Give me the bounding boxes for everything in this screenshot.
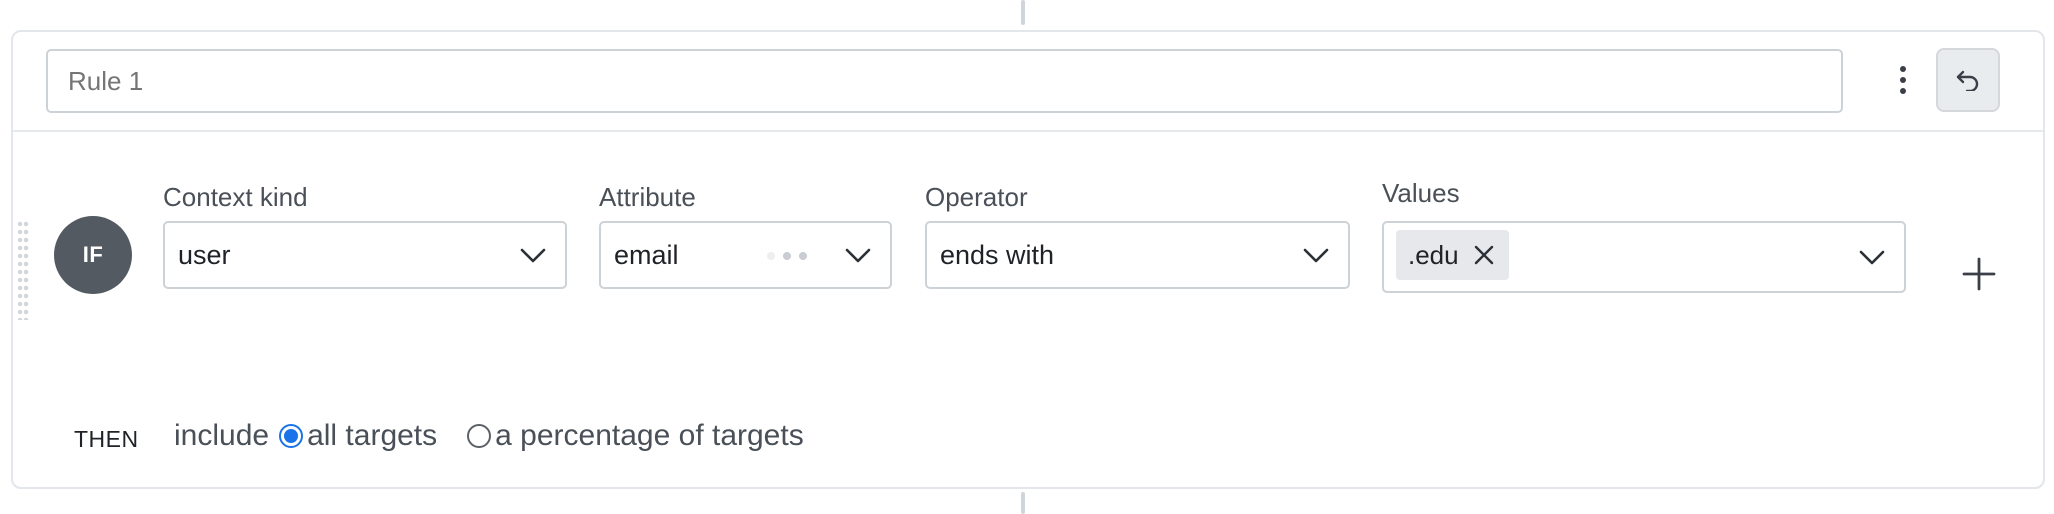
chevron-down-icon [1859, 250, 1885, 265]
chevron-down-icon [520, 248, 546, 263]
context-kind-label: Context kind [163, 182, 308, 212]
targeting-rule-card: IF Context kind user Attribute email Ope… [11, 30, 2045, 489]
undo-icon [1956, 70, 1979, 91]
values-label: Values [1382, 178, 1460, 208]
attribute-select[interactable]: email [599, 221, 892, 289]
option-percentage-label: a percentage of targets [495, 419, 804, 452]
then-actions: include all targets a percentage of targ… [174, 416, 804, 456]
add-clause-button[interactable] [1959, 254, 1999, 294]
context-kind-value: user [178, 240, 231, 270]
if-badge: IF [54, 216, 132, 294]
chevron-down-icon [845, 248, 871, 263]
rule-header [13, 32, 2043, 132]
rule-name-input[interactable] [46, 49, 1843, 113]
operator-label: Operator [925, 182, 1028, 212]
radio-all-targets[interactable] [279, 424, 304, 448]
drag-handle[interactable] [17, 220, 29, 320]
close-icon[interactable] [1473, 244, 1495, 266]
rule-menu-button[interactable] [1883, 60, 1923, 100]
plus-icon [1962, 257, 1996, 291]
values-multiselect[interactable]: .edu [1382, 221, 1906, 293]
undo-button[interactable] [1936, 48, 2000, 112]
include-text: include [174, 419, 270, 452]
value-chip: .edu [1396, 230, 1509, 280]
value-chip-text: .edu [1408, 239, 1459, 270]
operator-select[interactable]: ends with [925, 221, 1350, 289]
connector-line-bottom [1021, 492, 1025, 514]
then-label: THEN [74, 426, 139, 452]
attribute-label: Attribute [599, 182, 696, 212]
operator-value: ends with [940, 240, 1055, 270]
loading-indicator-icon [767, 252, 807, 260]
radio-percentage-targets[interactable] [467, 424, 492, 448]
context-kind-select[interactable]: user [163, 221, 567, 289]
kebab-vertical-icon [1900, 66, 1906, 72]
connector-line-top [1021, 0, 1025, 25]
option-all-targets-label: all targets [307, 419, 438, 452]
attribute-value: email [614, 240, 679, 270]
chevron-down-icon [1303, 248, 1329, 263]
